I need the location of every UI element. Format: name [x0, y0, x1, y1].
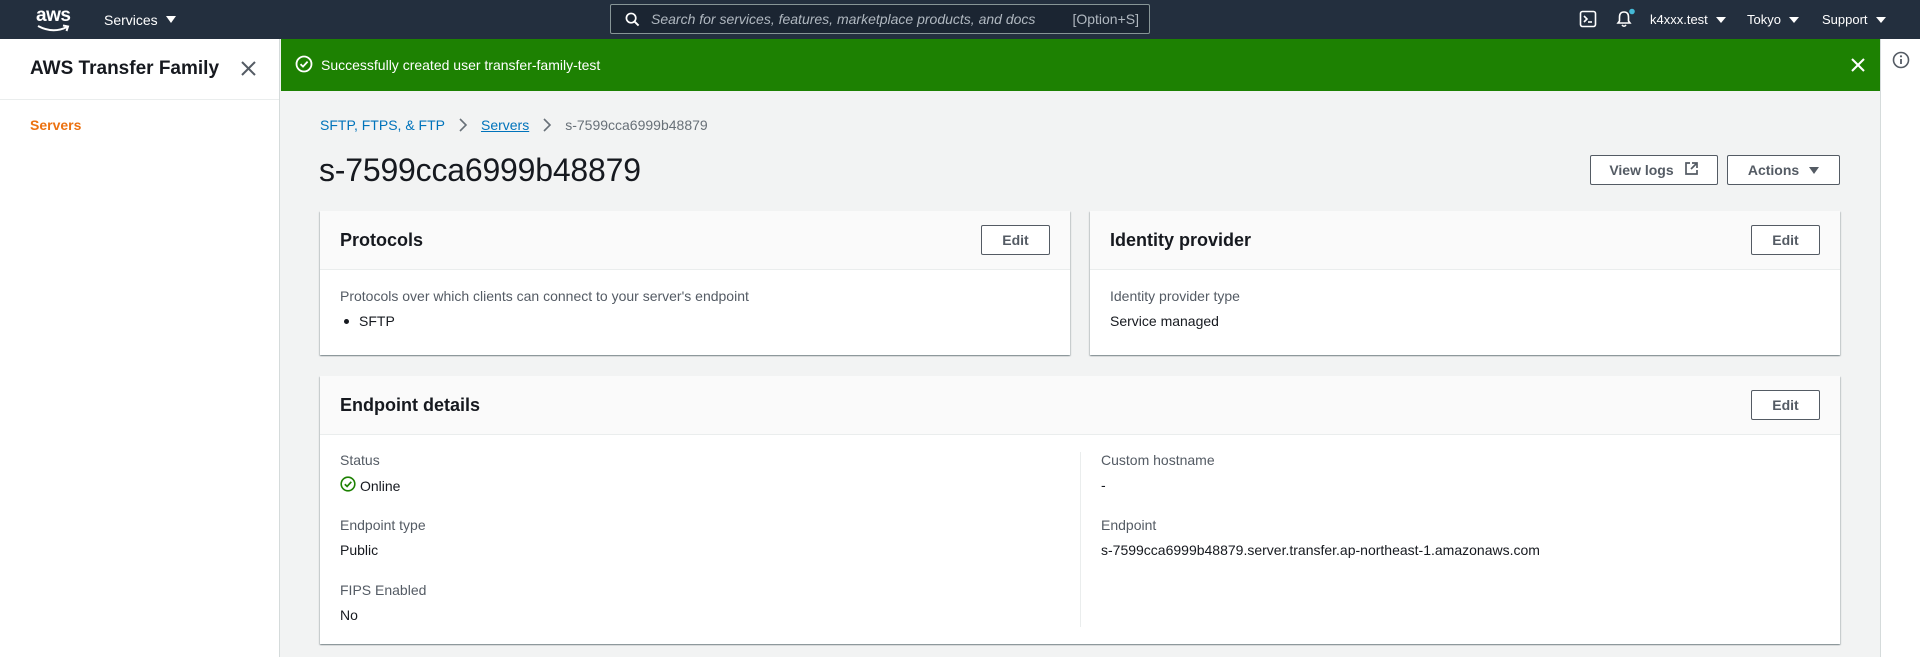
breadcrumb: SFTP, FTPS, & FTP Servers s-7599cca6999b…	[320, 117, 708, 133]
edit-identity-provider-button[interactable]: Edit	[1751, 225, 1820, 255]
aws-logo[interactable]: aws	[36, 6, 72, 34]
success-flash-banner: Successfully created user transfer-famil…	[281, 39, 1880, 91]
panel-header	[320, 211, 1070, 270]
breadcrumb-servers[interactable]: Servers	[481, 117, 529, 133]
services-label: Services	[104, 11, 158, 28]
region-menu[interactable]: Tokyo	[1747, 0, 1799, 39]
sidenav-title[interactable]: AWS Transfer Family	[30, 58, 219, 80]
status-online-icon	[340, 476, 356, 495]
search-shortcut: [Option+S]	[1072, 11, 1139, 27]
search-input[interactable]	[643, 5, 1073, 33]
dismiss-close-icon[interactable]	[1850, 57, 1866, 76]
services-menu[interactable]: Services	[104, 0, 176, 39]
status-indicator: Online	[340, 476, 400, 495]
edit-protocols-button[interactable]: Edit	[981, 225, 1050, 255]
custom-hostname-label: Custom hostname	[1101, 452, 1215, 468]
endpoint-type-label: Endpoint type	[340, 517, 426, 533]
support-menu[interactable]: Support	[1822, 0, 1886, 39]
top-navigation: aws Services [Option+S] k4xxx.test Tokyo…	[0, 0, 1920, 39]
aws-logo-text: aws	[36, 5, 71, 26]
view-logs-label: View logs	[1609, 162, 1674, 178]
edit-endpoint-button[interactable]: Edit	[1751, 390, 1820, 420]
status-label: Status	[340, 452, 380, 468]
custom-hostname-value: -	[1101, 477, 1106, 493]
success-check-icon	[295, 55, 313, 76]
status-value: Online	[360, 477, 401, 494]
search-icon	[611, 12, 643, 27]
endpoint-type-value: Public	[340, 542, 379, 558]
external-link-icon	[1684, 161, 1699, 179]
caret-down-icon	[1809, 166, 1820, 174]
aws-smile-icon	[37, 24, 70, 32]
tools-rail	[1880, 39, 1920, 657]
breadcrumb-current: s-7599cca6999b48879	[565, 117, 708, 133]
view-logs-button[interactable]: View logs	[1590, 155, 1718, 185]
endpoint-details-panel: Endpoint details Edit Status Online Endp…	[320, 376, 1840, 644]
endpoint-value: s-7599cca6999b48879.server.transfer.ap-n…	[1101, 542, 1540, 558]
info-icon[interactable]	[1892, 51, 1910, 74]
account-menu[interactable]: k4xxx.test	[1650, 0, 1726, 39]
side-navigation: AWS Transfer Family Servers	[0, 39, 280, 657]
region-name: Tokyo	[1747, 12, 1781, 27]
cloudshell-icon[interactable]	[1579, 10, 1597, 31]
notifications-bell-icon[interactable]	[1614, 8, 1636, 33]
identity-provider-type-value: Service managed	[1110, 313, 1219, 329]
actions-dropdown-button[interactable]: Actions	[1727, 155, 1840, 185]
fips-enabled-value: No	[340, 607, 358, 623]
flash-message: Successfully created user transfer-famil…	[321, 57, 601, 73]
protocols-panel: Protocols Edit Protocols over which clie…	[320, 211, 1070, 355]
endpoint-details-title: Endpoint details	[340, 395, 481, 415]
caret-down-icon	[1875, 16, 1886, 23]
sidenav-header: AWS Transfer Family	[0, 39, 279, 100]
protocol-list-item: SFTP	[344, 313, 395, 329]
caret-down-icon	[1788, 16, 1799, 23]
fips-enabled-label: FIPS Enabled	[340, 582, 427, 598]
caret-down-icon	[1715, 16, 1726, 23]
protocols-label: Protocols over which clients can connect…	[340, 288, 749, 304]
column-divider	[1080, 452, 1081, 627]
account-name: k4xxx.test	[1650, 12, 1708, 27]
protocols-title: Protocols	[340, 230, 424, 250]
panel-header	[320, 376, 1840, 435]
sidebar-item-servers[interactable]: Servers	[30, 117, 81, 133]
actions-label: Actions	[1747, 162, 1800, 178]
chevron-right-icon	[458, 118, 468, 132]
identity-provider-title: Identity provider	[1110, 230, 1252, 250]
breadcrumb-sftp[interactable]: SFTP, FTPS, & FTP	[320, 117, 445, 133]
identity-provider-type-label: Identity provider type	[1110, 288, 1240, 304]
support-label: Support	[1822, 12, 1868, 27]
caret-down-icon	[165, 16, 176, 23]
page-title: s-7599cca6999b48879	[319, 152, 641, 188]
search-bar[interactable]: [Option+S]	[610, 4, 1150, 34]
endpoint-label: Endpoint	[1101, 517, 1157, 533]
identity-provider-panel: Identity provider Edit Identity provider…	[1090, 211, 1840, 355]
close-icon[interactable]	[240, 60, 257, 82]
chevron-right-icon	[542, 118, 552, 132]
